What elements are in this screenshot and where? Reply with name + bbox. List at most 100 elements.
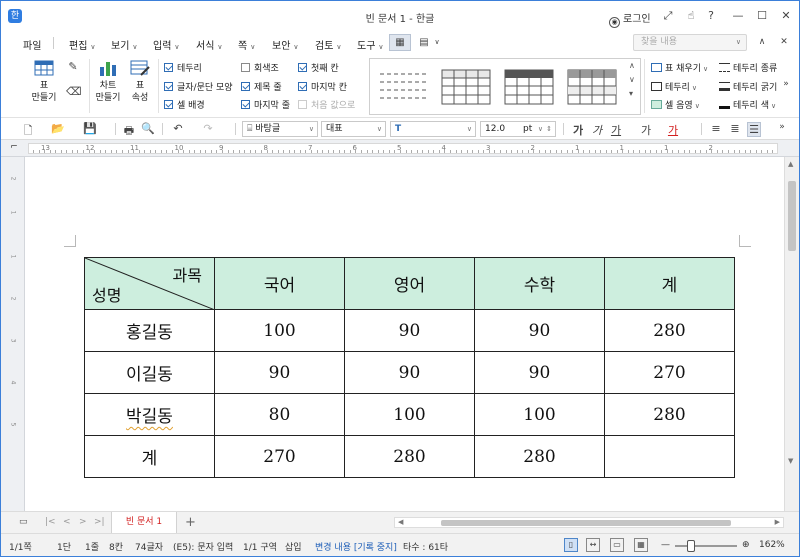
check-border[interactable]: 테두리	[164, 61, 202, 74]
header-cell[interactable]: 영어	[344, 257, 475, 310]
name-cell[interactable]: 이길동	[84, 351, 215, 394]
score-cell[interactable]: 90	[344, 351, 475, 394]
name-cell[interactable]: 홍길동	[84, 309, 215, 352]
scroll-left-icon[interactable]: ◀	[398, 518, 403, 526]
table-style-grid-2[interactable]	[503, 68, 555, 106]
italic-button[interactable]: 가	[590, 122, 604, 138]
border-type-button[interactable]: 테두리 종류	[719, 61, 777, 74]
scroll-thumb[interactable]	[441, 520, 731, 526]
scroll-down-icon[interactable]: ▼	[788, 457, 793, 465]
gallery-scroll[interactable]: ∧ ∨ ▾	[629, 59, 635, 101]
menu-page[interactable]: 쪽 ∨	[238, 37, 255, 52]
tab-next-icon[interactable]: >	[79, 517, 87, 527]
save-icon[interactable]: 💾	[83, 122, 97, 135]
checkbox-checked[interactable]	[241, 100, 250, 109]
make-chart-button[interactable]: 차트 만들기	[93, 59, 123, 104]
checkbox-checked[interactable]	[164, 82, 173, 91]
scroll-thumb[interactable]	[788, 181, 796, 251]
help-icon[interactable]: ?	[704, 9, 718, 22]
scroll-up-icon[interactable]: ▲	[788, 160, 793, 168]
check-last-row[interactable]: 마지막 줄	[241, 98, 290, 111]
table-style-plain[interactable]	[378, 68, 430, 106]
align-justify-icon[interactable]: ≡	[709, 122, 723, 135]
checkbox-unchecked[interactable]	[241, 63, 250, 72]
border-color-button[interactable]: 테두리 색 ∨	[719, 98, 776, 111]
total-cell[interactable]: 280	[604, 309, 735, 352]
score-cell[interactable]: 100	[474, 393, 605, 436]
login-button[interactable]: ◉ 로그인	[609, 10, 651, 28]
header-cell[interactable]: 국어	[214, 257, 345, 310]
align-left-icon[interactable]: ≣	[728, 122, 742, 135]
ribbon-collapse-icon[interactable]: ∧	[755, 37, 769, 47]
menu-insert[interactable]: 입력 ∨	[153, 37, 180, 52]
strikethrough-button[interactable]: 가	[639, 122, 653, 138]
chevron-down-icon[interactable]: ∨	[629, 73, 635, 87]
border-button[interactable]: 테두리 ∨	[651, 80, 697, 93]
ribbon-close-icon[interactable]: ✕	[777, 37, 791, 47]
check-grayscale[interactable]: 회색조	[241, 61, 279, 74]
horizontal-scrollbar[interactable]: ◀ ▶	[394, 517, 784, 528]
sum-cell[interactable]: 270	[214, 435, 345, 478]
check-title-row[interactable]: 제목 줄	[241, 80, 282, 93]
underline-button[interactable]: 가	[609, 122, 623, 138]
open-folder-icon[interactable]: 📂	[51, 122, 65, 135]
language-select[interactable]: 대표 ∨	[321, 121, 386, 137]
toolbar-more-icon[interactable]: »	[775, 122, 789, 132]
status-input-mode[interactable]: (E5): 문자 입력	[173, 540, 233, 553]
score-cell[interactable]: 90	[344, 309, 475, 352]
table-style-grid-1[interactable]	[440, 68, 492, 106]
score-cell[interactable]: 80	[214, 393, 345, 436]
make-table-button[interactable]: 표 만들기	[27, 59, 61, 104]
stepper-icon[interactable]: ⇕	[546, 122, 552, 136]
score-cell[interactable]: 100	[344, 393, 475, 436]
name-cell[interactable]: 계	[84, 435, 215, 478]
grade-table[interactable]: 과목 성명 국어 영어 수학 계 홍길동 100 90 90 280 이길동 9…	[84, 257, 735, 478]
paragraph-style-select[interactable]: ⌸ 바탕글 ∨	[242, 121, 318, 137]
checkbox-checked[interactable]	[164, 100, 173, 109]
search-input[interactable]: 찾을 내용 ∨	[633, 34, 747, 51]
minimize-icon[interactable]: —	[731, 9, 745, 22]
hand-icon[interactable]: ☝	[684, 9, 698, 22]
score-cell[interactable]: 90	[474, 351, 605, 394]
tab-last-icon[interactable]: >|	[94, 517, 105, 527]
zoom-out-icon[interactable]: —	[661, 540, 670, 550]
zoom-in-icon[interactable]: ⊕	[742, 540, 750, 550]
menu-tools[interactable]: 도구 ∨	[357, 37, 384, 52]
undo-icon[interactable]: ↶	[171, 122, 185, 135]
align-center-icon[interactable]: ☰	[747, 122, 761, 137]
print-preview-icon[interactable]: 🔍	[141, 122, 155, 135]
table-properties-button[interactable]: 표 속성	[125, 59, 155, 104]
scroll-right-icon[interactable]: ▶	[775, 518, 780, 526]
checkbox-checked[interactable]	[164, 63, 173, 72]
header-cell[interactable]: 수학	[474, 257, 605, 310]
check-last-col[interactable]: 마지막 칸	[298, 80, 347, 93]
add-tab-icon[interactable]: +	[185, 515, 196, 530]
font-select[interactable]: T ∨	[390, 121, 476, 137]
score-cell[interactable]: 90	[474, 309, 605, 352]
font-size-select[interactable]: 12.0 pt ∨ ⇕	[480, 121, 556, 137]
ruler-track[interactable]: 13 12 11 10 9 8 7 6 5 4 3 2 1 1 1 2	[28, 143, 778, 154]
check-first-col[interactable]: 첫째 칸	[298, 61, 339, 74]
zoom-level[interactable]: 162%	[759, 540, 785, 550]
ruler-toggle-icon[interactable]: ⌐	[7, 142, 21, 152]
border-width-button[interactable]: 테두리 굵기	[719, 80, 777, 93]
sum-cell[interactable]	[604, 435, 735, 478]
menu-security[interactable]: 보안 ∨	[272, 37, 299, 52]
sum-cell[interactable]: 280	[344, 435, 475, 478]
status-track-changes[interactable]: 변경 내용 [기록 중지]	[315, 540, 397, 553]
gallery-expand-icon[interactable]: ▾	[629, 87, 635, 101]
check-char-para[interactable]: 글자/문단 모양	[164, 80, 233, 93]
table-fill-button[interactable]: 표 채우기 ∨	[651, 61, 708, 74]
bold-button[interactable]: 가	[571, 122, 585, 138]
ribbon-more-icon[interactable]: »	[779, 79, 793, 89]
tab-document-1[interactable]: 빈 문서 1	[111, 512, 177, 533]
table-style-grid-3[interactable]	[566, 68, 618, 106]
total-cell[interactable]: 280	[604, 393, 735, 436]
zoom-slider-track[interactable]	[675, 545, 737, 547]
close-icon[interactable]: ✕	[779, 9, 793, 22]
chevron-down-icon[interactable]: ∨	[431, 34, 443, 51]
print-icon[interactable]: 🖶	[122, 122, 136, 141]
checkbox-checked[interactable]	[241, 82, 250, 91]
maximize-icon[interactable]: ☐	[755, 9, 769, 22]
score-cell[interactable]: 90	[214, 351, 345, 394]
